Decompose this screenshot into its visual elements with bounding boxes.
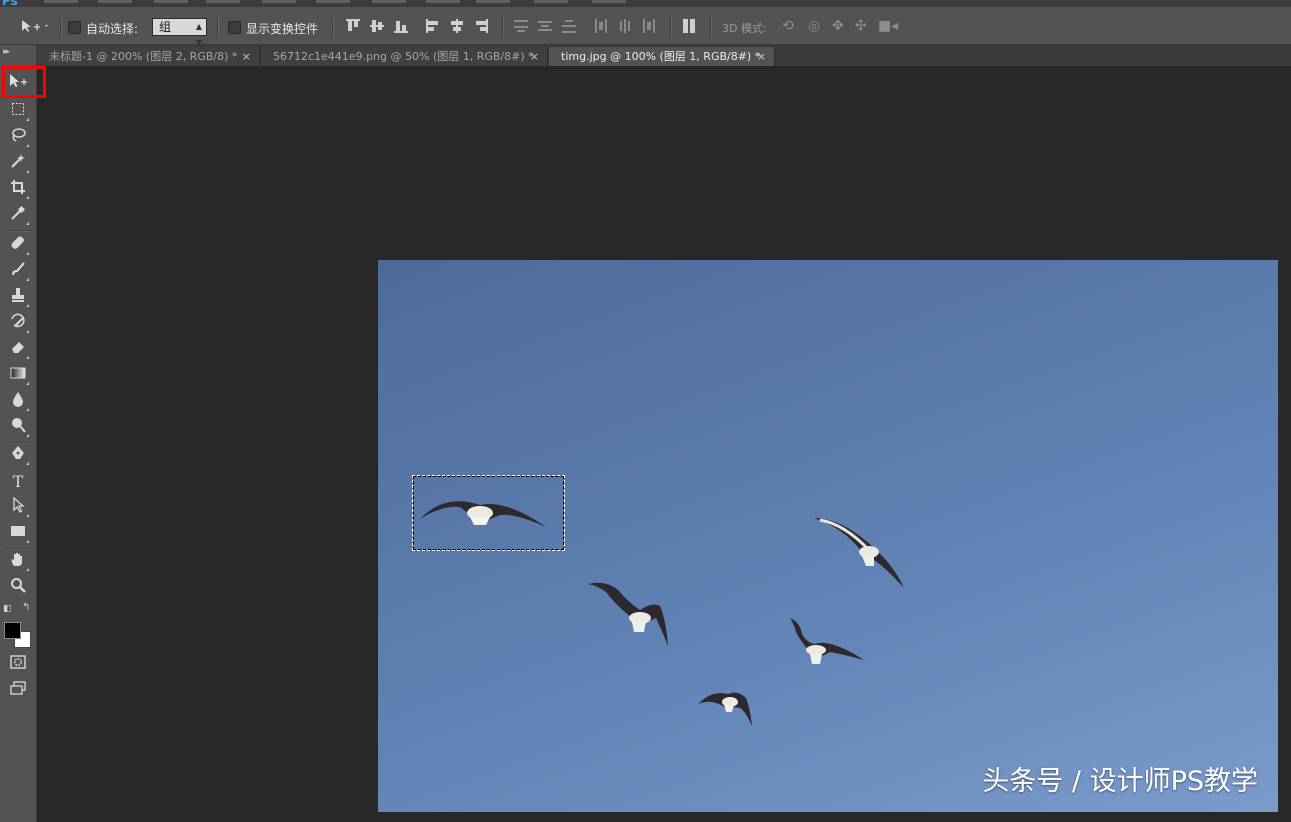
auto-select-label: 自动选择: xyxy=(86,22,139,36)
3d-slide-icon[interactable]: ✣ xyxy=(855,18,867,34)
magic-wand-tool-icon[interactable] xyxy=(5,153,31,175)
separator xyxy=(710,17,712,37)
mode-3d-label: 3D 模式: xyxy=(722,22,767,35)
crop-tool-icon[interactable] xyxy=(5,179,31,201)
menu-item-file[interactable] xyxy=(44,0,78,3)
distribute-right-icon[interactable] xyxy=(642,19,656,33)
align-hcenter-icon[interactable] xyxy=(450,19,464,33)
tools-panel: ▸▸ T ◧ ↰ xyxy=(0,45,37,822)
seagull-4 xyxy=(790,618,864,664)
zoom-tool-icon[interactable] xyxy=(5,577,31,599)
tab-document-3-active[interactable]: timg.jpg @ 100% (图层 1, RGB/8#) * × xyxy=(549,47,775,66)
path-selection-tool-icon[interactable] xyxy=(5,496,31,519)
menu-item-filter[interactable] xyxy=(372,0,406,3)
tab-label: timg.jpg @ 100% (图层 1, RGB/8#) * xyxy=(561,50,761,63)
close-icon[interactable]: × xyxy=(530,47,539,66)
distribute-bottom-icon[interactable] xyxy=(562,19,576,33)
tab-document-1[interactable]: 未标题-1 @ 200% (图层 2, RGB/8) * × xyxy=(37,47,260,66)
menu-item-help[interactable] xyxy=(592,0,626,3)
menu-item-layer[interactable] xyxy=(206,0,240,3)
menu-bar: Ps xyxy=(0,0,1291,8)
healing-brush-tool-icon[interactable] xyxy=(5,235,31,257)
auto-select-target-value: 组 xyxy=(159,20,172,34)
distribute-left-icon[interactable] xyxy=(594,19,608,33)
foreground-color-swatch[interactable] xyxy=(4,622,21,639)
distribute-hcenter-icon[interactable] xyxy=(618,19,632,33)
tab-document-2[interactable]: 56712c1e441e9.png @ 50% (图层 1, RGB/8#) *… xyxy=(261,47,548,66)
distribute-top-icon[interactable] xyxy=(514,19,528,33)
swap-colors-icon[interactable]: ↰ xyxy=(22,602,30,613)
menu-item-3d[interactable] xyxy=(426,0,460,3)
screen-mode-icon[interactable] xyxy=(5,680,31,702)
seagull-5 xyxy=(698,692,752,726)
distribute-vcenter-icon[interactable] xyxy=(538,19,552,33)
separator xyxy=(502,17,504,37)
align-left-icon[interactable] xyxy=(426,19,440,33)
show-transform-label: 显示变换控件 xyxy=(246,22,319,36)
menu-item-edit[interactable] xyxy=(98,0,132,3)
brush-tool-icon[interactable] xyxy=(5,261,31,283)
separator xyxy=(670,17,672,37)
align-bottom-icon[interactable] xyxy=(394,19,408,33)
align-right-icon[interactable] xyxy=(474,19,488,33)
seagull-2 xyxy=(814,518,904,588)
separator xyxy=(217,17,219,37)
type-tool-icon[interactable]: T xyxy=(5,471,31,493)
rectangle-tool-icon[interactable] xyxy=(5,523,31,545)
tab-label: 未标题-1 @ 200% (图层 2, RGB/8) * xyxy=(49,50,238,63)
menu-item-image[interactable] xyxy=(154,0,188,3)
3d-roll-icon[interactable]: ◎ xyxy=(808,18,820,34)
align-top-icon[interactable] xyxy=(346,19,360,33)
separator xyxy=(60,17,62,37)
show-transform-checkbox[interactable] xyxy=(228,21,241,34)
gradient-tool-icon[interactable] xyxy=(5,365,31,387)
blur-tool-icon[interactable] xyxy=(5,391,31,413)
dodge-tool-icon[interactable] xyxy=(5,417,31,439)
panel-collapse-icon[interactable]: ▸▸ xyxy=(3,47,10,57)
clone-stamp-tool-icon[interactable] xyxy=(5,287,31,309)
options-bar: 自动选择: 组 ▲ ▼ 显示变换控件 3D 模式: ⟲ ◎ ✥ ✣ ■◂ xyxy=(0,7,1291,47)
default-colors-icon[interactable]: ◧ xyxy=(3,604,12,614)
eyedropper-tool-icon[interactable] xyxy=(5,205,31,227)
close-icon[interactable]: × xyxy=(757,47,766,66)
separator xyxy=(4,442,32,444)
history-brush-tool-icon[interactable] xyxy=(5,313,31,335)
hand-tool-icon[interactable] xyxy=(5,551,31,573)
selection-marquee[interactable] xyxy=(412,475,565,551)
separator xyxy=(332,17,334,37)
3d-pan-icon[interactable]: ✥ xyxy=(832,18,844,34)
separator xyxy=(4,230,32,232)
quick-mask-icon[interactable] xyxy=(5,654,31,676)
3d-scale-icon[interactable]: ■◂ xyxy=(878,18,898,34)
seagull-3 xyxy=(588,582,668,646)
auto-select-checkbox[interactable] xyxy=(68,21,81,34)
align-vcenter-icon[interactable] xyxy=(370,19,384,33)
eraser-tool-icon[interactable] xyxy=(5,339,31,361)
close-icon[interactable]: × xyxy=(242,47,251,66)
move-tool-highlight-box xyxy=(2,66,46,98)
lasso-tool-icon[interactable] xyxy=(5,127,31,149)
move-tool-preset-icon[interactable] xyxy=(20,18,50,39)
pen-tool-icon[interactable] xyxy=(5,445,31,467)
menu-item-window[interactable] xyxy=(534,0,568,3)
menu-item-select[interactable] xyxy=(316,0,350,3)
menu-item-type[interactable] xyxy=(262,0,296,3)
tab-label: 56712c1e441e9.png @ 50% (图层 1, RGB/8#) * xyxy=(273,50,534,63)
auto-align-layers-icon[interactable] xyxy=(682,19,696,33)
rect-marquee-tool-icon[interactable] xyxy=(5,101,31,123)
separator xyxy=(4,548,32,550)
menu-item-view[interactable] xyxy=(476,0,510,3)
document-tab-bar: 未标题-1 @ 200% (图层 2, RGB/8) * × 56712c1e44… xyxy=(37,45,1291,66)
auto-select-target-dropdown[interactable]: 组 ▲ ▼ xyxy=(152,18,207,47)
watermark-text: 头条号 / 设计师PS教学 xyxy=(982,766,1258,797)
3d-rotate-icon[interactable]: ⟲ xyxy=(782,18,794,34)
